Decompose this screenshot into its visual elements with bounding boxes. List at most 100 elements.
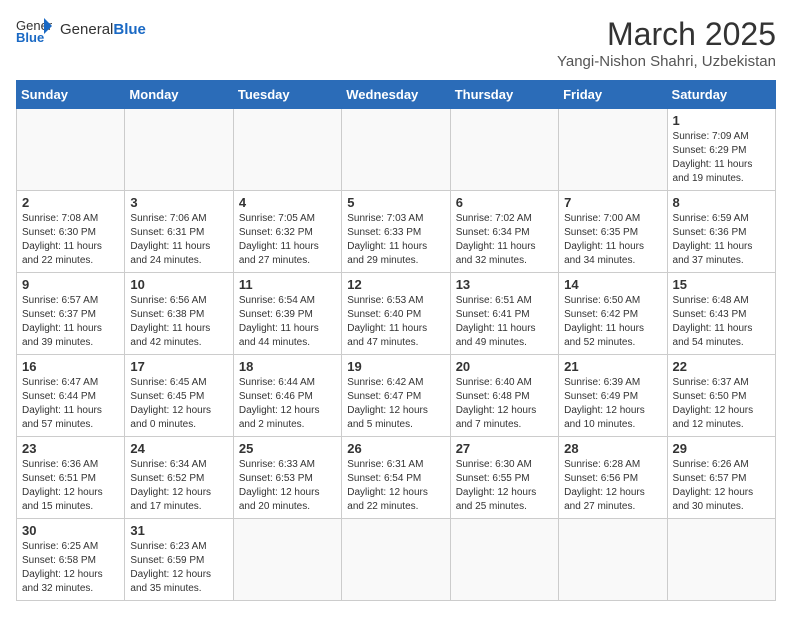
- day-number: 16: [22, 359, 119, 374]
- week-row-2: 2 Sunrise: 7:08 AMSunset: 6:30 PMDaylight…: [17, 191, 776, 273]
- svg-text:Blue: Blue: [16, 30, 44, 44]
- calendar-cell: [667, 519, 775, 601]
- week-row-3: 9Sunrise: 6:57 AMSunset: 6:37 PMDaylight…: [17, 273, 776, 355]
- day-number: 27: [456, 441, 553, 456]
- day-number: 19: [347, 359, 444, 374]
- weekday-header-row: SundayMondayTuesdayWednesdayThursdayFrid…: [17, 81, 776, 109]
- calendar-cell: 7 Sunrise: 7:00 AMSunset: 6:35 PMDaylight…: [559, 191, 667, 273]
- weekday-header-monday: Monday: [125, 81, 233, 109]
- day-number: 26: [347, 441, 444, 456]
- calendar-cell: 12Sunrise: 6:53 AMSunset: 6:40 PMDayligh…: [342, 273, 450, 355]
- day-number: 25: [239, 441, 336, 456]
- title-area: March 2025 Yangi-Nishon Shahri, Uzbekist…: [557, 16, 776, 70]
- calendar-cell: [17, 109, 125, 191]
- day-number: 2: [22, 195, 119, 210]
- weekday-header-friday: Friday: [559, 81, 667, 109]
- day-number: 6: [456, 195, 553, 210]
- day-info: Sunrise: 6:44 AMSunset: 6:46 PMDaylight:…: [239, 376, 336, 432]
- day-number: 7: [564, 195, 661, 210]
- calendar-cell: 24 Sunrise: 6:34 AMSunset: 6:52 PMDayligh…: [125, 437, 233, 519]
- day-number: 29: [673, 441, 770, 456]
- day-number: 14: [564, 277, 661, 292]
- day-info: Sunrise: 6:47 AMSunset: 6:44 PMDaylight:…: [22, 376, 119, 432]
- day-number: 17: [130, 359, 227, 374]
- calendar-cell: 29 Sunrise: 6:26 AMSunset: 6:57 PMDayligh…: [667, 437, 775, 519]
- calendar-cell: 21 Sunrise: 6:39 AMSunset: 6:49 PMDayligh…: [559, 355, 667, 437]
- day-info: Sunrise: 7:02 AMSunset: 6:34 PMDaylight:…: [456, 212, 553, 268]
- calendar-cell: 26 Sunrise: 6:31 AMSunset: 6:54 PMDayligh…: [342, 437, 450, 519]
- day-info: Sunrise: 6:50 AMSunset: 6:42 PMDaylight:…: [564, 294, 661, 350]
- calendar-cell: [125, 109, 233, 191]
- day-info: Sunrise: 7:05 AMSunset: 6:32 PMDaylight:…: [239, 212, 336, 268]
- day-info: Sunrise: 6:42 AMSunset: 6:47 PMDaylight:…: [347, 376, 444, 432]
- calendar-cell: [450, 519, 558, 601]
- calendar-cell: 25 Sunrise: 6:33 AMSunset: 6:53 PMDayligh…: [233, 437, 341, 519]
- calendar-cell: 19 Sunrise: 6:42 AMSunset: 6:47 PMDayligh…: [342, 355, 450, 437]
- day-number: 30: [22, 523, 119, 538]
- logo-blue-text: Blue: [113, 21, 146, 38]
- day-number: 31: [130, 523, 227, 538]
- day-number: 20: [456, 359, 553, 374]
- day-number: 12: [347, 277, 444, 292]
- day-info: Sunrise: 6:36 AMSunset: 6:51 PMDaylight:…: [22, 458, 119, 514]
- day-info: Sunrise: 7:00 AMSunset: 6:35 PMDaylight:…: [564, 212, 661, 268]
- day-info: Sunrise: 6:33 AMSunset: 6:53 PMDaylight:…: [239, 458, 336, 514]
- calendar-cell: 3Sunrise: 7:06 AMSunset: 6:31 PMDaylight…: [125, 191, 233, 273]
- day-number: 28: [564, 441, 661, 456]
- day-number: 5: [347, 195, 444, 210]
- calendar-cell: 16 Sunrise: 6:47 AMSunset: 6:44 PMDayligh…: [17, 355, 125, 437]
- day-number: 24: [130, 441, 227, 456]
- calendar-cell: 11Sunrise: 6:54 AMSunset: 6:39 PMDayligh…: [233, 273, 341, 355]
- logo-icon: General Blue: [16, 16, 52, 44]
- calendar-cell: [450, 109, 558, 191]
- day-info: Sunrise: 6:25 AMSunset: 6:58 PMDaylight:…: [22, 540, 119, 596]
- calendar-cell: 13 Sunrise: 6:51 AMSunset: 6:41 PMDayligh…: [450, 273, 558, 355]
- day-info: Sunrise: 6:45 AMSunset: 6:45 PMDaylight:…: [130, 376, 227, 432]
- day-info: Sunrise: 6:39 AMSunset: 6:49 PMDaylight:…: [564, 376, 661, 432]
- calendar-cell: [233, 109, 341, 191]
- calendar-cell: [342, 519, 450, 601]
- day-info: Sunrise: 6:34 AMSunset: 6:52 PMDaylight:…: [130, 458, 227, 514]
- day-number: 21: [564, 359, 661, 374]
- day-info: Sunrise: 6:48 AMSunset: 6:43 PMDaylight:…: [673, 294, 770, 350]
- logo-general-text: General: [60, 21, 113, 38]
- day-number: 11: [239, 277, 336, 292]
- calendar-cell: 17 Sunrise: 6:45 AMSunset: 6:45 PMDayligh…: [125, 355, 233, 437]
- day-info: Sunrise: 6:26 AMSunset: 6:57 PMDaylight:…: [673, 458, 770, 514]
- day-info: Sunrise: 6:23 AMSunset: 6:59 PMDaylight:…: [130, 540, 227, 596]
- calendar-cell: 23Sunrise: 6:36 AMSunset: 6:51 PMDayligh…: [17, 437, 125, 519]
- day-number: 3: [130, 195, 227, 210]
- calendar-cell: 30 Sunrise: 6:25 AMSunset: 6:58 PMDayligh…: [17, 519, 125, 601]
- calendar-cell: 20Sunrise: 6:40 AMSunset: 6:48 PMDayligh…: [450, 355, 558, 437]
- calendar-cell: 15Sunrise: 6:48 AMSunset: 6:43 PMDayligh…: [667, 273, 775, 355]
- day-info: Sunrise: 7:03 AMSunset: 6:33 PMDaylight:…: [347, 212, 444, 268]
- day-info: Sunrise: 6:51 AMSunset: 6:41 PMDaylight:…: [456, 294, 553, 350]
- calendar-table: SundayMondayTuesdayWednesdayThursdayFrid…: [16, 80, 776, 601]
- calendar-cell: 31 Sunrise: 6:23 AMSunset: 6:59 PMDayligh…: [125, 519, 233, 601]
- day-number: 8: [673, 195, 770, 210]
- day-info: Sunrise: 6:30 AMSunset: 6:55 PMDaylight:…: [456, 458, 553, 514]
- calendar-cell: 14 Sunrise: 6:50 AMSunset: 6:42 PMDayligh…: [559, 273, 667, 355]
- day-info: Sunrise: 7:08 AMSunset: 6:30 PMDaylight:…: [22, 212, 119, 268]
- month-year-title: March 2025: [557, 16, 776, 53]
- calendar-cell: 22Sunrise: 6:37 AMSunset: 6:50 PMDayligh…: [667, 355, 775, 437]
- calendar-cell: 28Sunrise: 6:28 AMSunset: 6:56 PMDayligh…: [559, 437, 667, 519]
- weekday-header-tuesday: Tuesday: [233, 81, 341, 109]
- day-info: Sunrise: 7:09 AMSunset: 6:29 PMDaylight:…: [673, 130, 770, 186]
- weekday-header-wednesday: Wednesday: [342, 81, 450, 109]
- day-number: 18: [239, 359, 336, 374]
- calendar-cell: 8Sunrise: 6:59 AMSunset: 6:36 PMDaylight…: [667, 191, 775, 273]
- weekday-header-sunday: Sunday: [17, 81, 125, 109]
- calendar-cell: 4Sunrise: 7:05 AMSunset: 6:32 PMDaylight…: [233, 191, 341, 273]
- calendar-cell: 18 Sunrise: 6:44 AMSunset: 6:46 PMDayligh…: [233, 355, 341, 437]
- day-info: Sunrise: 6:57 AMSunset: 6:37 PMDaylight:…: [22, 294, 119, 350]
- week-row-1: 1Sunrise: 7:09 AMSunset: 6:29 PMDaylight…: [17, 109, 776, 191]
- day-info: Sunrise: 6:56 AMSunset: 6:38 PMDaylight:…: [130, 294, 227, 350]
- calendar-cell: 2 Sunrise: 7:08 AMSunset: 6:30 PMDaylight…: [17, 191, 125, 273]
- weekday-header-saturday: Saturday: [667, 81, 775, 109]
- day-number: 10: [130, 277, 227, 292]
- day-number: 13: [456, 277, 553, 292]
- week-row-6: 30 Sunrise: 6:25 AMSunset: 6:58 PMDayligh…: [17, 519, 776, 601]
- calendar-cell: 9Sunrise: 6:57 AMSunset: 6:37 PMDaylight…: [17, 273, 125, 355]
- day-info: Sunrise: 6:31 AMSunset: 6:54 PMDaylight:…: [347, 458, 444, 514]
